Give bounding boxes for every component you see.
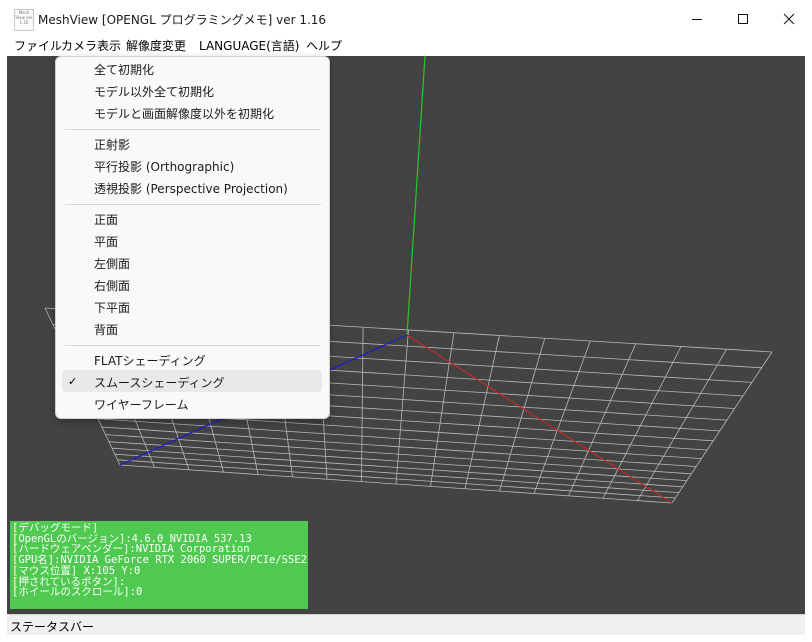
menu-item-reset-all[interactable]: 全て初期化 [94, 62, 154, 78]
menu-item-perspective-projection[interactable]: 透視投影 (Perspective Projection) [94, 181, 288, 197]
menu-camera[interactable]: カメラ表示 [61, 38, 121, 55]
menu-item-plane-view[interactable]: 平面 [94, 234, 118, 250]
grid-line [533, 340, 591, 494]
menu-item-right-side-view[interactable]: 右側面 [94, 278, 130, 294]
menu-separator [65, 204, 321, 205]
status-text: ステータスバー [10, 620, 95, 634]
menu-resolution[interactable]: 解像度変更 [126, 38, 186, 55]
app-icon-text: Mesh View ver 1.16 [15, 10, 33, 25]
menu-item-flat-shading[interactable]: FLATシェーディング [94, 353, 206, 369]
grid-line [395, 329, 409, 485]
menu-item-parallel-projection[interactable]: 平行投影 (Orthographic) [94, 159, 234, 175]
menu-help[interactable]: ヘルプ [306, 38, 342, 55]
menu-item-left-side-view[interactable]: 左側面 [94, 256, 130, 272]
menu-item-bottom-plane-view[interactable]: 下平面 [94, 300, 130, 316]
menu-item-back-view[interactable]: 背面 [94, 322, 118, 338]
minimize-button[interactable] [674, 0, 720, 37]
camera-menu-dropdown: 全て初期化 モデル以外全て初期化 モデルと画面解像度以外を初期化 正射影 平行投… [55, 56, 330, 419]
menu-separator [65, 345, 321, 346]
minimize-icon [692, 19, 702, 20]
grid-line [602, 346, 682, 499]
checkmark-icon: ✓ [68, 375, 78, 388]
grid-line [637, 349, 727, 501]
menu-file[interactable]: ファイル [14, 38, 62, 55]
menu-separator [65, 129, 321, 130]
maximize-icon [738, 14, 748, 24]
y-axis-line [406, 56, 426, 336]
window-title: MeshView [OPENGL プログラミングメモ] ver 1.16 [38, 13, 327, 27]
menu-item-reset-except-model-resolution[interactable]: モデルと画面解像度以外を初期化 [94, 106, 274, 122]
menu-item-front-view[interactable]: 正面 [94, 212, 118, 228]
menu-language[interactable]: LANGUAGE(言語) [199, 38, 299, 55]
debug-mouse-position: [マウス位置] X:105 Y:0 [12, 564, 141, 577]
grid-line [499, 338, 546, 492]
menu-item-reset-except-model[interactable]: モデル以外全て初期化 [94, 84, 214, 100]
maximize-button[interactable] [720, 0, 766, 37]
debug-info-panel: [デバッグモード] [OpenGLのバージョン]:4.6.0 NVIDIA 53… [10, 521, 308, 609]
grid-line [671, 351, 773, 504]
title-bar: Mesh View ver 1.16 MeshView [OPENGL プログラ… [0, 0, 812, 37]
close-button[interactable] [766, 0, 812, 37]
app-icon: Mesh View ver 1.16 [14, 9, 34, 31]
menu-bar: ファイル カメラ表示 解像度変更 LANGUAGE(言語) ヘルプ [0, 37, 812, 56]
menu-item-smooth-shading[interactable]: スムースシェーディング [94, 375, 225, 391]
status-bar: ステータスバー [7, 614, 805, 635]
close-icon [783, 13, 795, 25]
grid-line [464, 335, 500, 489]
menu-item-wireframe[interactable]: ワイヤーフレーム [94, 397, 189, 413]
debug-wheel-scroll: [ホイールのスクロール]:0 [12, 586, 143, 599]
menu-item-ortho-projection[interactable]: 正射影 [94, 137, 130, 153]
grid-line [430, 332, 455, 487]
